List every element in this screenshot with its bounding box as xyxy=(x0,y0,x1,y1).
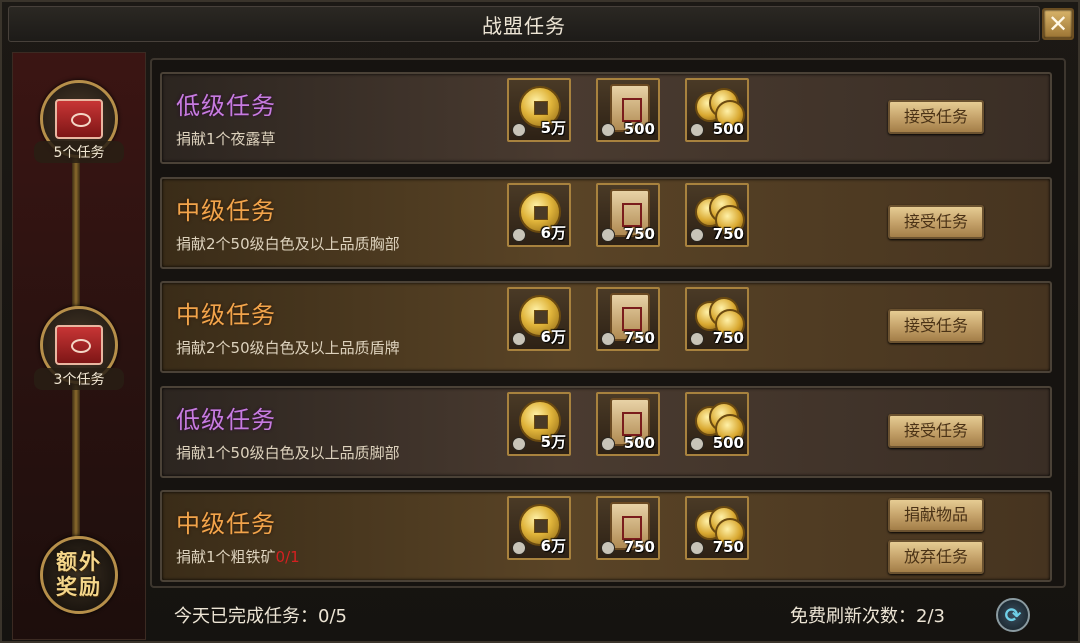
reward-badge-icon xyxy=(601,437,615,451)
accept-task-button[interactable]: 接受任务 xyxy=(888,205,984,239)
task-row: 中级任务 捐献1个粗铁矿0/1 6万 750 750 捐献物品 放弃任务 xyxy=(160,490,1052,582)
reward-merit-token[interactable]: 750 xyxy=(596,183,660,247)
reward-merit-token[interactable]: 500 xyxy=(596,392,660,456)
refresh-label: 免费刷新次数： xyxy=(790,606,916,627)
reward-badge-icon xyxy=(690,228,704,242)
reward-amount: 5万 xyxy=(540,119,566,137)
close-button[interactable]: ✕ xyxy=(1042,8,1074,40)
accept-task-button[interactable]: 接受任务 xyxy=(888,100,984,134)
completed-counter: 今天已完成任务：0/5 xyxy=(174,602,347,628)
reward-badge-icon xyxy=(512,123,526,137)
reward-badge-icon xyxy=(601,228,615,242)
reward-coin-stack[interactable]: 750 xyxy=(685,183,749,247)
task-description: 捐献2个50级白色及以上品质盾牌 xyxy=(176,339,400,357)
reward-badge-icon xyxy=(690,123,704,137)
reward-badge-icon xyxy=(512,228,526,242)
refresh-value: 2/3 xyxy=(916,606,945,627)
window-title: 战盟任务 xyxy=(482,13,566,38)
reward-badge-icon xyxy=(601,541,615,555)
close-icon: ✕ xyxy=(1047,10,1069,38)
reward-amount: 5万 xyxy=(540,433,566,451)
reward-badge-icon xyxy=(512,332,526,346)
completed-value: 0/5 xyxy=(318,606,347,627)
reward-amount: 750 xyxy=(623,225,655,243)
task-level: 低级任务 xyxy=(176,92,276,120)
refresh-icon: ⟳ xyxy=(1004,603,1022,627)
reward-coin-stack[interactable]: 500 xyxy=(685,78,749,142)
donate-item-button[interactable]: 捐献物品 xyxy=(888,498,984,532)
reward-amount: 750 xyxy=(712,225,744,243)
reward-coin-stack[interactable]: 750 xyxy=(685,287,749,351)
task-level: 中级任务 xyxy=(176,197,276,225)
alliance-task-window: 战盟任务 ✕ 5个任务 3个任务 额外 奖励 低级任务 捐献1个夜露草 5万 5… xyxy=(0,0,1080,643)
reward-amount: 500 xyxy=(623,434,655,452)
reward-amount: 6万 xyxy=(540,537,566,555)
task-row: 中级任务 捐献2个50级白色及以上品质胸部 6万 750 750 接受任务 xyxy=(160,177,1052,269)
abandon-task-button[interactable]: 放弃任务 xyxy=(888,540,984,574)
reward-copper-coin[interactable]: 5万 xyxy=(507,78,571,142)
extra-reward-label-1: 额外 xyxy=(56,550,102,574)
reward-amount: 500 xyxy=(712,120,744,138)
treasure-chest-icon xyxy=(55,325,103,365)
reward-merit-token[interactable]: 750 xyxy=(596,496,660,560)
reward-badge-icon xyxy=(601,123,615,137)
task-progress: 0/1 xyxy=(275,548,300,566)
reward-amount: 500 xyxy=(623,120,655,138)
reward-badge-icon xyxy=(601,332,615,346)
reward-amount: 750 xyxy=(623,538,655,556)
task-description: 捐献1个粗铁矿0/1 xyxy=(176,548,300,566)
refresh-counter: 免费刷新次数：2/3 xyxy=(790,602,945,628)
reward-amount: 6万 xyxy=(540,224,566,242)
reward-copper-coin[interactable]: 5万 xyxy=(507,392,571,456)
reward-coin-stack[interactable]: 750 xyxy=(685,496,749,560)
reward-badge-icon xyxy=(690,332,704,346)
extra-reward-button[interactable]: 额外 奖励 xyxy=(40,536,118,614)
task-row: 低级任务 捐献1个50级白色及以上品质脚部 5万 500 500 接受任务 xyxy=(160,386,1052,478)
reward-amount: 6万 xyxy=(540,328,566,346)
reward-amount: 500 xyxy=(712,434,744,452)
reward-merit-token[interactable]: 750 xyxy=(596,287,660,351)
reward-amount: 750 xyxy=(712,538,744,556)
reward-coin-stack[interactable]: 500 xyxy=(685,392,749,456)
task-row: 低级任务 捐献1个夜露草 5万 500 500 接受任务 xyxy=(160,72,1052,164)
reward-copper-coin[interactable]: 6万 xyxy=(507,287,571,351)
accept-task-button[interactable]: 接受任务 xyxy=(888,309,984,343)
reward-badge-icon xyxy=(690,541,704,555)
reward-badge-icon xyxy=(512,437,526,451)
task-description: 捐献2个50级白色及以上品质胸部 xyxy=(176,235,400,253)
task-description: 捐献1个50级白色及以上品质脚部 xyxy=(176,444,400,462)
milestone-3-label: 3个任务 xyxy=(34,368,124,390)
reward-amount: 750 xyxy=(623,329,655,347)
task-row: 中级任务 捐献2个50级白色及以上品质盾牌 6万 750 750 接受任务 xyxy=(160,281,1052,373)
reward-copper-coin[interactable]: 6万 xyxy=(507,496,571,560)
task-level: 中级任务 xyxy=(176,301,276,329)
task-description: 捐献1个夜露草 xyxy=(176,130,276,148)
milestone-5-label: 5个任务 xyxy=(34,141,124,163)
reward-amount: 750 xyxy=(712,329,744,347)
reward-copper-coin[interactable]: 6万 xyxy=(507,183,571,247)
completed-label: 今天已完成任务： xyxy=(174,606,318,627)
treasure-chest-icon xyxy=(55,99,103,139)
task-level: 中级任务 xyxy=(176,510,276,538)
title-bar: 战盟任务 xyxy=(8,6,1040,42)
task-level: 低级任务 xyxy=(176,406,276,434)
reward-badge-icon xyxy=(512,541,526,555)
reward-merit-token[interactable]: 500 xyxy=(596,78,660,142)
refresh-button[interactable]: ⟳ xyxy=(996,598,1030,632)
reward-badge-icon xyxy=(690,437,704,451)
extra-reward-label-2: 奖励 xyxy=(56,575,102,599)
accept-task-button[interactable]: 接受任务 xyxy=(888,414,984,448)
